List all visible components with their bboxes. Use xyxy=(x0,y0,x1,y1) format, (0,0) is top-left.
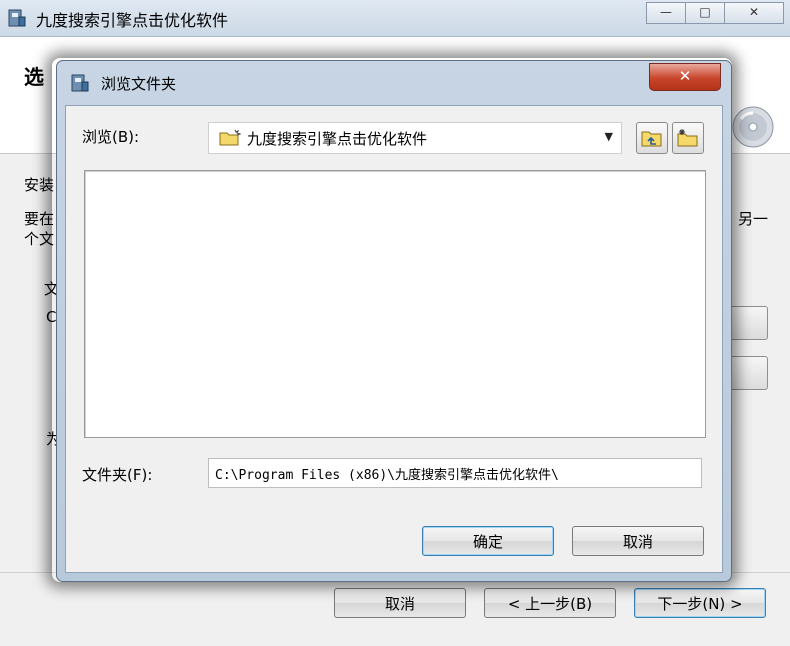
new-folder-icon xyxy=(677,129,698,147)
browse-location-combo[interactable]: 九度搜索引擎点击优化软件 ▼ xyxy=(208,122,622,154)
installer-next-button[interactable]: 下一步(N) > xyxy=(634,588,766,618)
browse-label: 浏览(B): xyxy=(82,128,140,146)
install-desc-line1-right: 另一 xyxy=(738,210,769,228)
installer-back-button[interactable]: < 上一步(B) xyxy=(484,588,616,618)
dialog-close-button[interactable]: ✕ xyxy=(649,63,721,91)
folder-label: 文件夹(F): xyxy=(82,466,153,484)
dialog-client-area: 浏览(B): 九度搜索引擎点击优化软件 ▼ 文件夹(F): 确定 取消 xyxy=(65,105,723,573)
installer-app-icon xyxy=(8,9,26,27)
installer-footer: 取消 < 上一步(B) 下一步(N) > xyxy=(0,572,790,646)
browse-folder-dialog: 浏览文件夹 ✕ 浏览(B): 九度搜索引擎点击优化软件 ▼ 文件夹(F): C:… xyxy=(56,60,732,582)
folder-path-input[interactable] xyxy=(208,458,702,488)
ok-button[interactable]: 确定 xyxy=(422,526,554,556)
browse-selected-text: 九度搜索引擎点击优化软件 xyxy=(247,130,428,148)
browse-button-bg[interactable] xyxy=(726,306,768,340)
chevron-down-icon[interactable]: ▼ xyxy=(605,130,613,143)
cd-icon xyxy=(732,106,774,148)
minimize-button[interactable]: — xyxy=(646,2,686,24)
dialog-app-icon xyxy=(71,74,89,92)
install-desc-line2: 个文 xyxy=(24,230,55,248)
window-controls: — □ ✕ xyxy=(646,2,784,24)
folder-icon xyxy=(219,129,241,146)
install-text: 安装 xyxy=(24,176,55,194)
up-folder-icon xyxy=(641,131,662,147)
up-folder-button[interactable] xyxy=(636,122,668,154)
dialog-cancel-button[interactable]: 取消 xyxy=(572,526,704,556)
install-desc-line1: 要在 xyxy=(24,210,55,228)
close-button[interactable]: ✕ xyxy=(724,2,784,24)
dialog-title: 浏览文件夹 xyxy=(101,75,177,93)
installer-title: 九度搜索引擎点击优化软件 xyxy=(36,11,229,30)
installer-titlebar: 九度搜索引擎点击优化软件 — □ ✕ xyxy=(0,0,790,37)
folder-tree-view[interactable] xyxy=(84,170,706,438)
installer-cancel-button[interactable]: 取消 xyxy=(334,588,466,618)
disk-cost-button-bg[interactable] xyxy=(726,356,768,390)
new-folder-button[interactable] xyxy=(672,122,704,154)
maximize-button[interactable]: □ xyxy=(685,2,725,24)
installer-header-title: 选 xyxy=(24,65,44,89)
